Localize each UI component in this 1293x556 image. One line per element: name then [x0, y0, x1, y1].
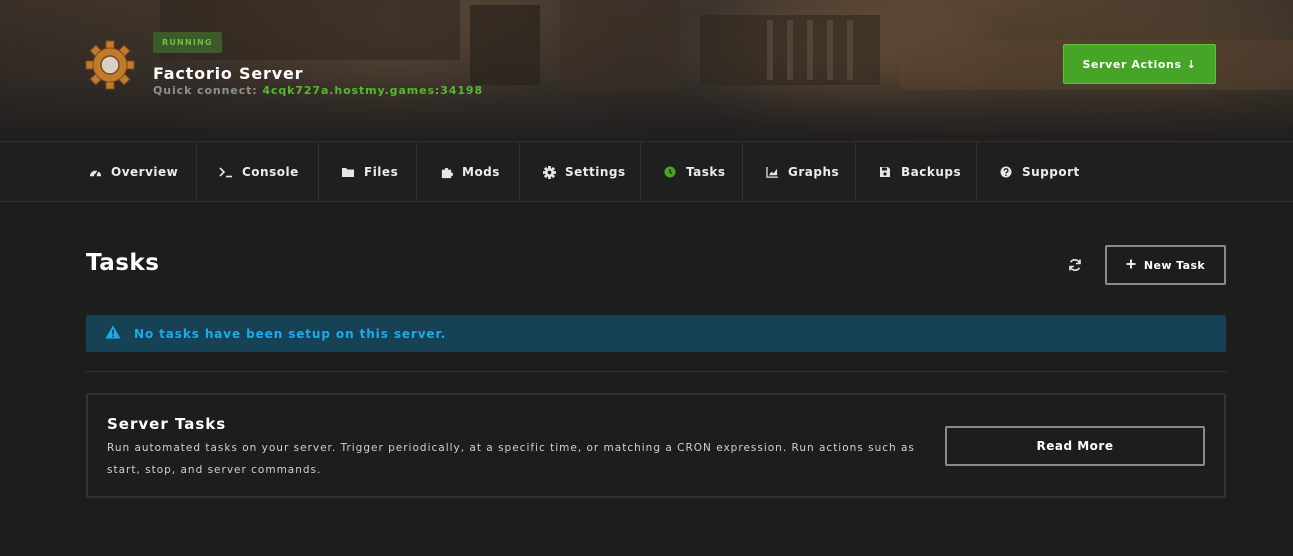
server-name: Factorio Server [153, 64, 304, 83]
question-icon [999, 165, 1013, 179]
dashboard-icon [88, 165, 102, 179]
section-divider [86, 371, 1226, 372]
factorio-gear-logo [85, 40, 135, 90]
status-badge: RUNNING [153, 32, 222, 53]
server-nav: Overview Console Files Mods Settings Tas… [0, 141, 1293, 202]
nav-item-console[interactable]: Console [217, 142, 319, 202]
save-icon [878, 165, 892, 179]
nav-item-backups[interactable]: Backups [876, 142, 977, 202]
page-title: Tasks [86, 250, 160, 276]
server-header: RUNNING Factorio Server Quick connect: 4… [0, 0, 1293, 141]
info-card-text: Run automated tasks on your server. Trig… [107, 442, 915, 476]
nav-label: Overview [111, 165, 179, 179]
nav-label: Tasks [686, 165, 726, 179]
nav-item-files[interactable]: Files [339, 142, 417, 202]
warning-icon [105, 325, 121, 342]
nav-label: Settings [565, 165, 626, 179]
nav-item-graphs[interactable]: Graphs [763, 142, 856, 202]
nav-label: Support [1022, 165, 1080, 179]
quick-connect-label: Quick connect: [153, 84, 258, 97]
new-task-button[interactable]: New Task [1105, 245, 1226, 285]
nav-label: Graphs [788, 165, 840, 179]
folder-icon [341, 165, 355, 179]
nav-item-tasks[interactable]: Tasks [661, 142, 743, 202]
new-task-label: New Task [1143, 258, 1206, 272]
gear-icon [542, 165, 556, 179]
clock-icon [663, 165, 677, 179]
read-more-button[interactable]: Read More [945, 426, 1205, 466]
puzzle-icon [439, 165, 453, 179]
quick-connect: Quick connect: 4cqk727a.hostmy.games:341… [153, 84, 483, 97]
quick-connect-address[interactable]: 4cqk727a.hostmy.games:34198 [262, 84, 483, 97]
info-card-title: Server Tasks [107, 415, 227, 433]
arrow-down-icon: ↓ [1186, 57, 1197, 71]
plus-icon [1126, 259, 1136, 272]
nav-item-settings[interactable]: Settings [540, 142, 641, 202]
nav-label: Files [364, 165, 399, 179]
alert-text: No tasks have been setup on this server. [134, 326, 447, 341]
nav-item-mods[interactable]: Mods [437, 142, 520, 202]
server-actions-label: Server Actions [1082, 57, 1182, 71]
terminal-icon [219, 165, 233, 179]
nav-label: Backups [901, 165, 962, 179]
no-tasks-alert: No tasks have been setup on this server. [86, 315, 1226, 352]
nav-label: Console [242, 165, 299, 179]
chart-icon [765, 165, 779, 179]
server-tasks-info-card: Server Tasks Run automated tasks on your… [86, 393, 1226, 498]
refresh-icon[interactable] [1068, 258, 1082, 272]
nav-item-overview[interactable]: Overview [86, 142, 197, 202]
server-actions-button[interactable]: Server Actions ↓ [1063, 44, 1216, 84]
nav-item-support[interactable]: Support [997, 142, 1093, 202]
nav-label: Mods [462, 165, 500, 179]
